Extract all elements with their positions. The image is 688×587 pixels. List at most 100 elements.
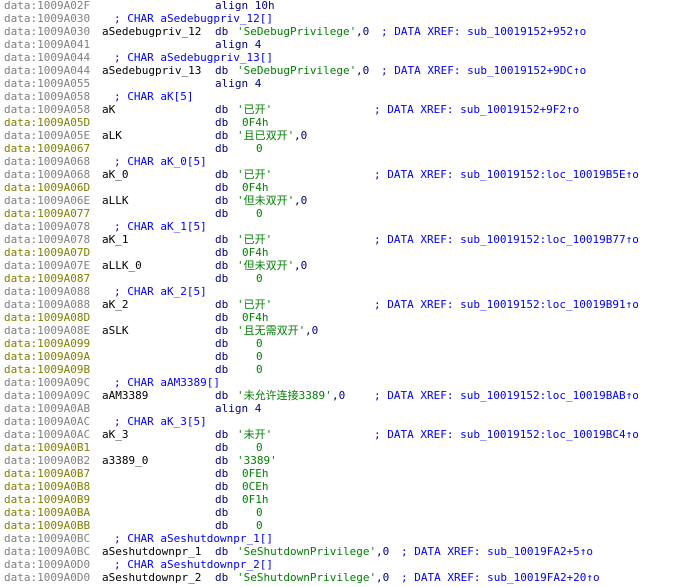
address[interactable]: data:1009A0B7: [4, 467, 90, 480]
listing-line[interactable]: data:1009A0AB align 4: [0, 402, 688, 415]
listing-line[interactable]: data:1009A08D db 0F4h: [0, 311, 688, 324]
address[interactable]: data:1009A058: [4, 103, 90, 116]
address[interactable]: data:1009A055: [4, 77, 90, 90]
listing-line[interactable]: data:1009A030 ; CHAR aSedebugpriv_12[]: [0, 12, 688, 25]
address[interactable]: data:1009A068: [4, 168, 90, 181]
address[interactable]: data:1009A067: [4, 142, 90, 155]
data-label[interactable]: aK_2: [102, 298, 129, 311]
data-label[interactable]: aSeshutdownpr_2: [102, 571, 201, 584]
listing-line[interactable]: data:1009A088 aK_2 db '已开' ; DATA XREF: sub_…: [0, 298, 688, 311]
listing-line[interactable]: data:1009A0BA db 0: [0, 506, 688, 519]
address[interactable]: data:1009A09A: [4, 350, 90, 363]
listing-line[interactable]: data:1009A06D db 0F4h: [0, 181, 688, 194]
address[interactable]: data:1009A0AC: [4, 415, 90, 428]
xref-comment[interactable]: ; DATA XREF: sub_10019152:loc_10019BAB↑o: [374, 389, 639, 402]
data-label[interactable]: aSeshutdownpr_1: [102, 545, 201, 558]
listing-line[interactable]: data:1009A088 ; CHAR aK_2[5]: [0, 285, 688, 298]
listing-line[interactable]: data:1009A0BB db 0: [0, 519, 688, 532]
address[interactable]: data:1009A0AC: [4, 428, 90, 441]
xref-comment[interactable]: ; DATA XREF: sub_10019FA2+5↑o: [401, 545, 593, 558]
address[interactable]: data:1009A05E: [4, 129, 90, 142]
xref-comment[interactable]: ; DATA XREF: sub_10019152+952↑o: [381, 25, 586, 38]
address[interactable]: data:1009A041: [4, 38, 90, 51]
address[interactable]: data:1009A068: [4, 155, 90, 168]
listing-line[interactable]: data:1009A0BC ; CHAR aSeshutdownpr_1[]: [0, 532, 688, 545]
address[interactable]: data:1009A0D0: [4, 571, 90, 584]
listing-line[interactable]: data:1009A068 aK_0 db '已开' ; DATA XREF: sub_…: [0, 168, 688, 181]
address[interactable]: data:1009A044: [4, 64, 90, 77]
address[interactable]: data:1009A087: [4, 272, 90, 285]
listing-line[interactable]: data:1009A0B2 a3389_0 db '3389': [0, 454, 688, 467]
address[interactable]: data:1009A0BC: [4, 545, 90, 558]
address[interactable]: data:1009A078: [4, 220, 90, 233]
address[interactable]: data:1009A06D: [4, 181, 90, 194]
address[interactable]: data:1009A08E: [4, 324, 90, 337]
data-label[interactable]: aSedebugpriv_12: [102, 25, 201, 38]
address[interactable]: data:1009A030: [4, 12, 90, 25]
data-label[interactable]: aLK: [102, 129, 122, 142]
listing-line[interactable]: data:1009A09A db 0: [0, 350, 688, 363]
data-label[interactable]: aSedebugpriv_13: [102, 64, 201, 77]
data-label[interactable]: aSLK: [102, 324, 129, 337]
address[interactable]: data:1009A078: [4, 233, 90, 246]
listing-line[interactable]: data:1009A058 aK db '已开' ; DATA XREF: sub_10…: [0, 103, 688, 116]
listing-line[interactable]: data:1009A099 db 0: [0, 337, 688, 350]
address[interactable]: data:1009A0B8: [4, 480, 90, 493]
xref-comment[interactable]: ; DATA XREF: sub_10019152:loc_10019BC4↑o: [374, 428, 639, 441]
data-label[interactable]: aLLK_0: [102, 259, 142, 272]
listing-line[interactable]: data:1009A044 aSedebugpriv_13 db 'SeDebugPr…: [0, 64, 688, 77]
address[interactable]: data:1009A0B9: [4, 493, 90, 506]
listing-line[interactable]: data:1009A05E aLK db '且已双开' ,0: [0, 129, 688, 142]
address[interactable]: data:1009A08D: [4, 311, 90, 324]
address[interactable]: data:1009A09C: [4, 376, 90, 389]
address[interactable]: data:1009A0AB: [4, 402, 90, 415]
listing-line[interactable]: data:1009A0B1 db 0: [0, 441, 688, 454]
address[interactable]: data:1009A077: [4, 207, 90, 220]
listing-line[interactable]: data:1009A0D0 aSeshutdownpr_2 db 'SeShutdow…: [0, 571, 688, 584]
address[interactable]: data:1009A044: [4, 51, 90, 64]
data-label[interactable]: aK_3: [102, 428, 129, 441]
xref-comment[interactable]: ; DATA XREF: sub_10019152:loc_10019B77↑o: [374, 233, 639, 246]
address[interactable]: data:1009A06E: [4, 194, 90, 207]
xref-comment[interactable]: ; DATA XREF: sub_10019152:loc_10019B91↑o: [374, 298, 639, 311]
address[interactable]: data:1009A02F: [4, 0, 90, 12]
listing-line[interactable]: data:1009A02F align 10h: [0, 0, 688, 12]
xref-comment[interactable]: ; DATA XREF: sub_10019152+9F2↑o: [374, 103, 579, 116]
listing-line[interactable]: data:1009A08E aSLK db '且无需双开' ,0: [0, 324, 688, 337]
listing-line[interactable]: data:1009A055 align 4: [0, 77, 688, 90]
xref-comment[interactable]: ; DATA XREF: sub_10019152:loc_10019B5E↑o: [374, 168, 639, 181]
listing-line[interactable]: data:1009A09B db 0: [0, 363, 688, 376]
address[interactable]: data:1009A099: [4, 337, 90, 350]
listing-line[interactable]: data:1009A09C aAM3389 db '未允许连接3389' ,0 ; DAT…: [0, 389, 688, 402]
data-label[interactable]: aK_0: [102, 168, 129, 181]
data-label[interactable]: aK: [102, 103, 115, 116]
listing-line[interactable]: data:1009A030 aSedebugpriv_12 db 'SeDebugPr…: [0, 25, 688, 38]
listing-line[interactable]: data:1009A078 ; CHAR aK_1[5]: [0, 220, 688, 233]
listing-line[interactable]: data:1009A087 db 0: [0, 272, 688, 285]
address[interactable]: data:1009A0D0: [4, 558, 90, 571]
address[interactable]: data:1009A0B1: [4, 441, 90, 454]
data-label[interactable]: aAM3389: [102, 389, 148, 402]
address[interactable]: data:1009A088: [4, 285, 90, 298]
address[interactable]: data:1009A0BC: [4, 532, 90, 545]
listing-line[interactable]: data:1009A0B7 db 0FEh: [0, 467, 688, 480]
listing-line[interactable]: data:1009A077 db 0: [0, 207, 688, 220]
data-label[interactable]: a3389_0: [102, 454, 148, 467]
listing-line[interactable]: data:1009A078 aK_1 db '已开' ; DATA XREF: sub_…: [0, 233, 688, 246]
listing-line[interactable]: data:1009A0AC aK_3 db '未开' ; DATA XREF: sub_…: [0, 428, 688, 441]
listing-line[interactable]: data:1009A06E aLLK db '但未双开' ,0: [0, 194, 688, 207]
address[interactable]: data:1009A058: [4, 90, 90, 103]
listing-line[interactable]: data:1009A0B9 db 0F1h: [0, 493, 688, 506]
address[interactable]: data:1009A07D: [4, 246, 90, 259]
address[interactable]: data:1009A05D: [4, 116, 90, 129]
address[interactable]: data:1009A09B: [4, 363, 90, 376]
disassembly-listing[interactable]: data:1009A02F align 10h data:1009A030 ; CHA…: [0, 0, 688, 587]
listing-line[interactable]: data:1009A067 db 0: [0, 142, 688, 155]
listing-line[interactable]: data:1009A0AC ; CHAR aK_3[5]: [0, 415, 688, 428]
listing-line[interactable]: data:1009A0BC aSeshutdownpr_1 db 'SeShutdow…: [0, 545, 688, 558]
listing-line[interactable]: data:1009A041 align 4: [0, 38, 688, 51]
address[interactable]: data:1009A088: [4, 298, 90, 311]
address[interactable]: data:1009A07E: [4, 259, 90, 272]
data-label[interactable]: aK_1: [102, 233, 129, 246]
listing-line[interactable]: data:1009A07E aLLK_0 db '但未双开' ,0: [0, 259, 688, 272]
